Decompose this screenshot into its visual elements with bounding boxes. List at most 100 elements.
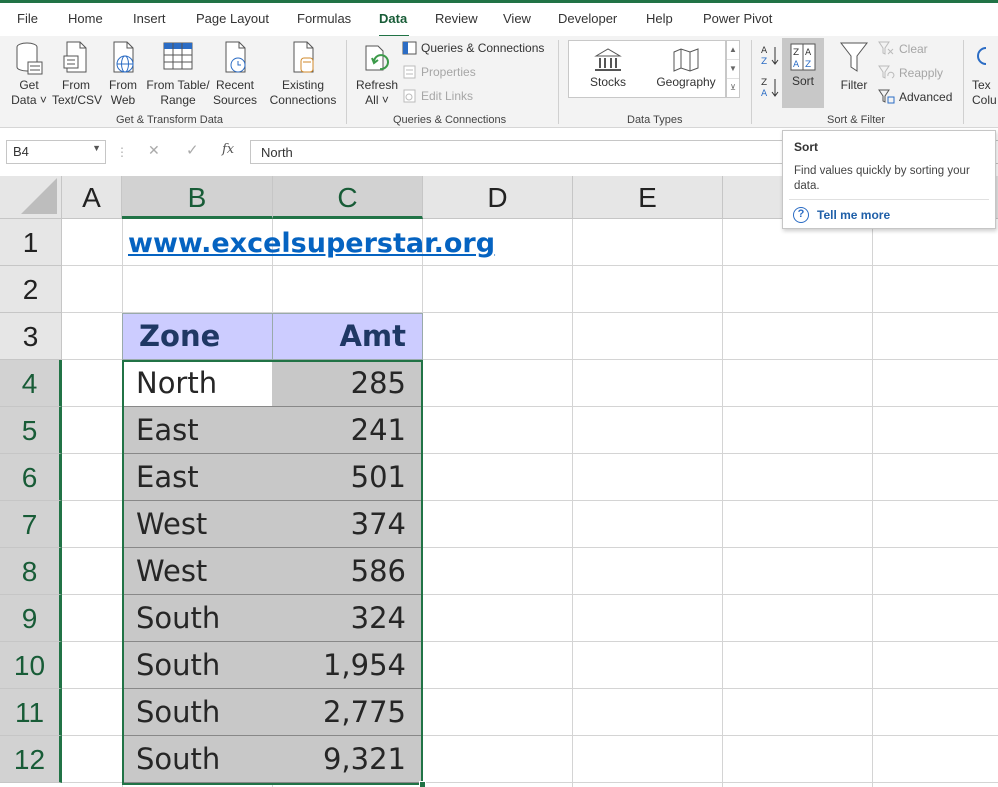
zone-value: West: [136, 554, 208, 588]
column-header-b[interactable]: B: [122, 176, 273, 219]
tab-insert[interactable]: Insert: [133, 11, 166, 26]
column-header-d[interactable]: D: [423, 176, 573, 219]
tab-developer[interactable]: Developer: [558, 11, 617, 26]
tooltip-title: Sort: [794, 140, 818, 154]
web-file-icon: [113, 41, 134, 73]
sort-ascending-icon: A Z: [761, 46, 779, 66]
chevron-down-icon[interactable]: ▼: [92, 143, 101, 153]
zone-value: West: [136, 507, 208, 541]
group-separator: [558, 40, 559, 124]
insert-function-icon[interactable]: fx: [222, 142, 234, 157]
tab-view[interactable]: View: [503, 11, 531, 26]
fill-handle[interactable]: [419, 781, 426, 787]
sort-descending-icon: Z A: [761, 78, 779, 98]
row-header-10[interactable]: 10: [0, 642, 62, 689]
sort-z-to-a-button[interactable]: Z A: [760, 76, 780, 98]
name-box[interactable]: B4 ▼: [6, 140, 106, 164]
zone-value: East: [136, 413, 199, 447]
row-header-3[interactable]: 3: [0, 313, 62, 360]
tab-file[interactable]: File: [17, 11, 38, 26]
row-header-8[interactable]: 8: [0, 548, 62, 595]
expand-gallery-icon[interactable]: ⊻: [727, 79, 739, 98]
group-label-sort-filter: Sort & Filter: [827, 114, 886, 126]
menu-bar: File Home Insert Page Layout Formulas Da…: [0, 0, 998, 38]
from-web-button[interactable]: From Web: [104, 40, 142, 108]
from-table-range-button[interactable]: From Table/ Range: [145, 40, 211, 108]
stocks-button[interactable]: Stocks: [583, 47, 633, 90]
row-header-6[interactable]: 6: [0, 454, 62, 501]
database-icon: [16, 42, 43, 75]
website-link[interactable]: www.excelsuperstar.org: [128, 228, 495, 259]
scroll-down-icon[interactable]: ▼: [727, 60, 739, 79]
queries-connections-button[interactable]: Queries & Connections: [402, 41, 544, 55]
refresh-icon: [365, 45, 389, 71]
existing-connections-button[interactable]: Existing Connections: [266, 40, 340, 108]
help-icon[interactable]: ?: [793, 207, 809, 223]
reapply-icon: [878, 65, 895, 79]
tab-help[interactable]: Help: [646, 11, 673, 26]
geography-button[interactable]: Geography: [653, 47, 719, 90]
svg-text:A: A: [793, 60, 800, 70]
column-header-c[interactable]: C: [273, 176, 423, 219]
recent-sources-button[interactable]: Recent Sources: [212, 40, 258, 108]
row-header-7[interactable]: 7: [0, 501, 62, 548]
from-table-range-label-2: Range: [160, 93, 196, 107]
filter-label: Filter: [840, 78, 868, 92]
amt-value: 9,321: [322, 742, 406, 776]
row-header-5[interactable]: 5: [0, 407, 62, 454]
advanced-button[interactable]: Advanced: [878, 89, 952, 104]
text-to-columns-label-2: Colu: [972, 93, 997, 107]
recent-sources-label-2: Sources: [212, 93, 258, 107]
enter-icon[interactable]: ✓: [186, 141, 199, 159]
tell-me-more-link[interactable]: Tell me more: [817, 208, 890, 222]
sort-a-to-z-button[interactable]: A Z: [760, 44, 780, 66]
clear-filter-icon: [878, 41, 894, 55]
clear-button[interactable]: Clear: [878, 41, 928, 56]
edit-links-button[interactable]: Edit Links: [402, 89, 473, 103]
refresh-all-label-2: All ˅: [365, 93, 389, 107]
from-text-csv-button[interactable]: From Text/CSV: [52, 40, 102, 108]
drag-handle-icon[interactable]: ⋮: [116, 145, 128, 159]
group-separator: [751, 40, 752, 124]
header-zone-text: Zone: [139, 319, 221, 353]
text-to-columns-button[interactable]: Tex Colu: [972, 40, 998, 108]
row-header-4[interactable]: 4: [0, 360, 62, 407]
row-header-1[interactable]: 1: [0, 219, 62, 266]
gridline: [722, 219, 723, 787]
zone-value: South: [136, 742, 221, 776]
row-header-11[interactable]: 11: [0, 689, 62, 736]
tab-review[interactable]: Review: [435, 11, 478, 26]
get-data-button[interactable]: Get Data ˅: [8, 40, 50, 108]
data-types-scroller[interactable]: ▲ ▼ ⊻: [726, 40, 740, 98]
cancel-icon[interactable]: ✕: [148, 142, 160, 159]
gridline: [872, 219, 873, 787]
advanced-label: Advanced: [899, 89, 953, 104]
tab-page-layout[interactable]: Page Layout: [196, 11, 269, 26]
reapply-button[interactable]: Reapply: [878, 65, 943, 80]
refresh-all-button[interactable]: Refresh All ˅: [354, 40, 400, 108]
group-separator: [346, 40, 347, 124]
properties-button[interactable]: Properties: [402, 65, 476, 79]
tab-formulas[interactable]: Formulas: [297, 11, 351, 26]
header-amt-text: Amt: [339, 319, 406, 353]
from-web-label-2: Web: [110, 93, 136, 107]
zone-value: South: [136, 648, 221, 682]
row-header-2[interactable]: 2: [0, 266, 62, 313]
reapply-label: Reapply: [899, 65, 944, 80]
row-header-12[interactable]: 12: [0, 736, 62, 783]
properties-label: Properties: [421, 65, 476, 79]
tab-power-pivot[interactable]: Power Pivot: [703, 11, 772, 26]
bank-icon: [594, 48, 622, 71]
row-header-9[interactable]: 9: [0, 595, 62, 642]
filter-button[interactable]: Filter: [834, 40, 874, 93]
column-header-e[interactable]: E: [573, 176, 723, 219]
tab-data[interactable]: Data: [379, 11, 407, 26]
group-label-data-types: Data Types: [627, 114, 683, 126]
select-all-button[interactable]: [0, 176, 62, 219]
scroll-up-icon[interactable]: ▲: [727, 41, 739, 60]
sort-button-content: Z A A Z Sort: [782, 42, 824, 89]
column-header-a[interactable]: A: [62, 176, 122, 219]
tab-home[interactable]: Home: [68, 11, 103, 26]
amt-value: 586: [350, 554, 406, 588]
sort-button[interactable]: Z A A Z Sort: [782, 38, 824, 108]
